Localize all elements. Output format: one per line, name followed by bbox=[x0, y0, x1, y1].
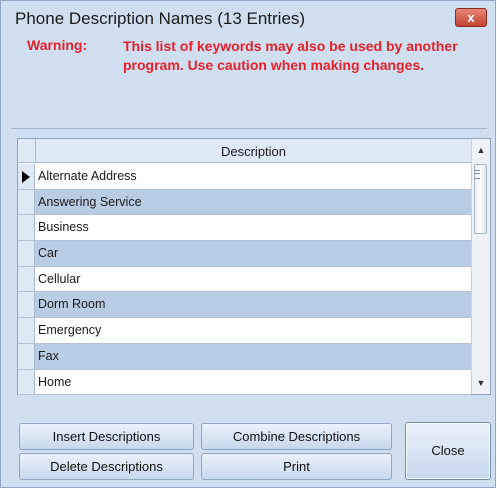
row-selector[interactable] bbox=[18, 241, 35, 266]
vertical-scrollbar[interactable]: ▲ ▼ bbox=[471, 139, 490, 394]
row-selector[interactable] bbox=[18, 164, 35, 189]
table-row[interactable]: Dorm Room bbox=[18, 292, 471, 319]
scroll-down-icon[interactable]: ▼ bbox=[472, 374, 490, 392]
description-cell[interactable]: Cellular bbox=[38, 272, 80, 286]
description-cell[interactable]: Business bbox=[38, 220, 89, 234]
description-cell[interactable]: Emergency bbox=[38, 323, 101, 337]
table-row[interactable]: Business bbox=[18, 215, 471, 242]
description-cell[interactable]: Answering Service bbox=[38, 195, 142, 209]
row-selector[interactable] bbox=[18, 215, 35, 241]
grid-rows: Alternate Address Answering Service Busine… bbox=[18, 164, 471, 396]
grip-icon bbox=[475, 170, 480, 179]
row-selector[interactable] bbox=[18, 318, 35, 343]
description-cell[interactable]: Car bbox=[38, 246, 58, 260]
window-title: Phone Description Names (13 Entries) bbox=[15, 9, 306, 28]
grid-header: Description bbox=[18, 139, 471, 163]
table-row[interactable]: Home bbox=[18, 369, 471, 396]
window-close-button[interactable]: x bbox=[455, 8, 487, 27]
description-cell[interactable]: Fax bbox=[38, 349, 59, 363]
description-cell[interactable]: Dorm Room bbox=[38, 297, 105, 311]
title-bar: Phone Description Names (13 Entries) x bbox=[1, 1, 495, 35]
combine-descriptions-button[interactable]: Combine Descriptions bbox=[201, 423, 392, 450]
table-row[interactable]: Answering Service bbox=[18, 189, 471, 216]
row-selector[interactable] bbox=[18, 189, 35, 215]
description-cell[interactable]: Home bbox=[38, 375, 71, 389]
table-row[interactable]: Cellular bbox=[18, 266, 471, 293]
close-button[interactable]: Close bbox=[405, 422, 491, 480]
divider bbox=[11, 128, 487, 129]
descriptions-grid[interactable]: Description Alternate Address Answering S… bbox=[17, 138, 491, 396]
row-selector[interactable] bbox=[18, 343, 35, 369]
row-selector-header bbox=[18, 139, 36, 162]
phone-description-dialog: Phone Description Names (13 Entries) x W… bbox=[0, 0, 496, 488]
print-button[interactable]: Print bbox=[201, 453, 392, 480]
warning-message: This list of keywords may also be used b… bbox=[123, 38, 458, 73]
row-selector[interactable] bbox=[18, 266, 35, 292]
delete-descriptions-button[interactable]: Delete Descriptions bbox=[19, 453, 194, 480]
description-cell[interactable]: Alternate Address bbox=[38, 169, 137, 183]
row-selector[interactable] bbox=[18, 292, 35, 318]
table-row[interactable]: Emergency bbox=[18, 318, 471, 344]
warning-label: Warning: bbox=[27, 37, 88, 53]
row-selector[interactable] bbox=[18, 369, 35, 395]
column-header-description[interactable]: Description bbox=[36, 144, 471, 159]
insert-descriptions-button[interactable]: Insert Descriptions bbox=[19, 423, 194, 450]
table-row[interactable]: Fax bbox=[18, 343, 471, 370]
scroll-up-icon[interactable]: ▲ bbox=[472, 141, 490, 159]
table-row[interactable]: Alternate Address bbox=[18, 164, 471, 190]
close-icon: x bbox=[467, 10, 475, 25]
table-row[interactable]: Car bbox=[18, 241, 471, 267]
current-row-arrow-icon bbox=[22, 171, 30, 183]
